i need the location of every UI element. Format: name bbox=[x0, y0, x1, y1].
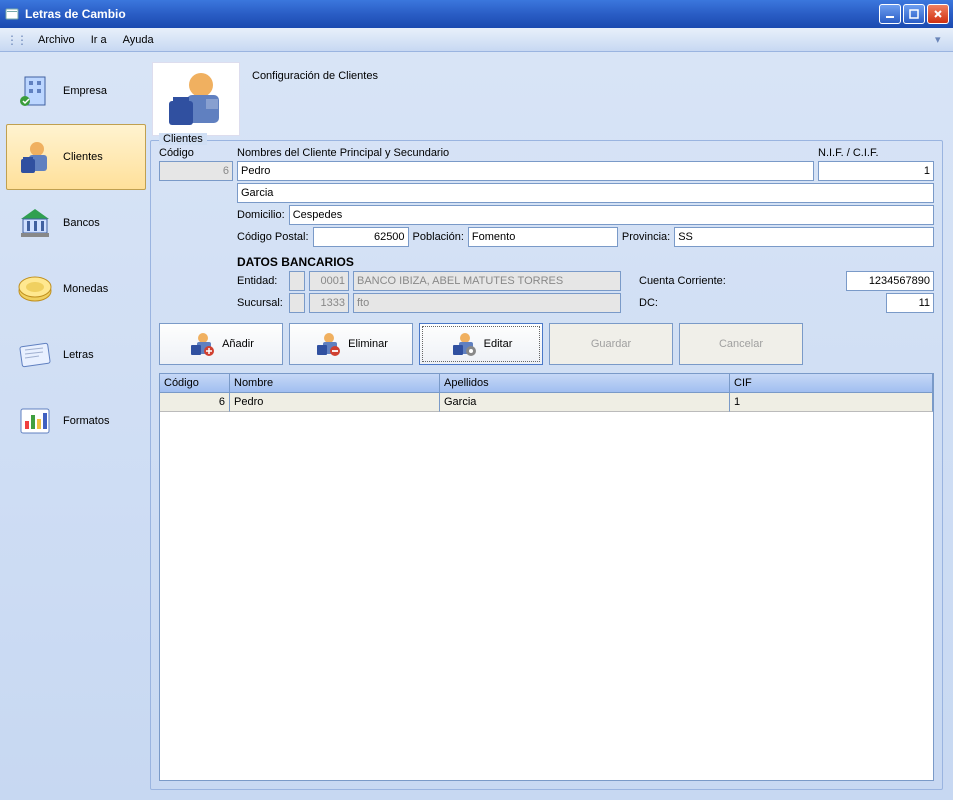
label-nif: N.I.F. / C.I.F. bbox=[818, 147, 934, 159]
poblacion-input[interactable] bbox=[468, 227, 618, 247]
col-apellidos[interactable]: Apellidos bbox=[440, 374, 730, 393]
guardar-button: Guardar bbox=[549, 323, 673, 365]
sidebar: Empresa Clientes Bancos Monedas Letras bbox=[6, 58, 146, 794]
table-body: 6 Pedro Garcia 1 bbox=[160, 393, 933, 780]
titlebar: Letras de Cambio bbox=[0, 0, 953, 28]
sucursal-code-field: 1333 bbox=[309, 293, 349, 313]
label-entidad: Entidad: bbox=[237, 275, 285, 287]
anadir-button[interactable]: Añadir bbox=[159, 323, 283, 365]
nif-input[interactable] bbox=[818, 161, 934, 181]
person-add-icon bbox=[188, 330, 216, 358]
person-briefcase-icon bbox=[13, 135, 57, 179]
provincia-input[interactable] bbox=[674, 227, 934, 247]
clientes-table: Código Nombre Apellidos CIF 6 Pedro Garc… bbox=[159, 373, 934, 781]
label-poblacion: Población: bbox=[413, 231, 464, 243]
clientes-fieldset: Clientes Código Nombres del Cliente Prin… bbox=[150, 140, 943, 790]
fieldset-legend: Clientes bbox=[159, 133, 207, 145]
label-nombres: Nombres del Cliente Principal y Secundar… bbox=[237, 147, 814, 159]
close-button[interactable] bbox=[927, 4, 949, 24]
sidebar-item-formatos[interactable]: Formatos bbox=[6, 388, 146, 454]
sidebar-item-monedas[interactable]: Monedas bbox=[6, 256, 146, 322]
menu-ayuda[interactable]: Ayuda bbox=[115, 32, 162, 48]
sidebar-item-bancos[interactable]: Bancos bbox=[6, 190, 146, 256]
cell-codigo: 6 bbox=[160, 393, 230, 412]
button-label: Guardar bbox=[591, 338, 631, 350]
coin-icon bbox=[13, 267, 57, 311]
toolbar-overflow[interactable]: ▾ bbox=[935, 33, 947, 46]
button-label: Añadir bbox=[222, 338, 254, 350]
editar-button[interactable]: Editar bbox=[419, 323, 543, 365]
sucursal-name-field: fto bbox=[353, 293, 621, 313]
table-row[interactable]: 6 Pedro Garcia 1 bbox=[160, 393, 933, 412]
nombre-secundario-input[interactable] bbox=[237, 183, 934, 203]
sidebar-item-label: Monedas bbox=[63, 283, 108, 295]
person-edit-icon bbox=[450, 330, 478, 358]
entidad-code-field: 0001 bbox=[309, 271, 349, 291]
table-header: Código Nombre Apellidos CIF bbox=[160, 374, 933, 393]
label-dc: DC: bbox=[639, 297, 735, 309]
cell-nombre: Pedro bbox=[230, 393, 440, 412]
nombre-principal-input[interactable] bbox=[237, 161, 814, 181]
bank-icon bbox=[13, 201, 57, 245]
dc-input[interactable] bbox=[886, 293, 934, 313]
menu-archivo[interactable]: Archivo bbox=[30, 32, 83, 48]
sucursal-lookup bbox=[289, 293, 305, 313]
label-provincia: Provincia: bbox=[622, 231, 670, 243]
cp-input[interactable] bbox=[313, 227, 409, 247]
content-header: Configuración de Clientes bbox=[146, 58, 947, 140]
chart-icon bbox=[13, 399, 57, 443]
section-datos-bancarios: DATOS BANCARIOS bbox=[237, 255, 354, 269]
sidebar-item-label: Letras bbox=[63, 349, 94, 361]
sidebar-item-label: Bancos bbox=[63, 217, 100, 229]
person-briefcase-icon bbox=[152, 62, 240, 136]
minimize-button[interactable] bbox=[879, 4, 901, 24]
button-label: Eliminar bbox=[348, 338, 388, 350]
menu-ir-a[interactable]: Ir a bbox=[83, 32, 115, 48]
cuenta-input[interactable] bbox=[846, 271, 934, 291]
menubar: ⋮⋮ Archivo Ir a Ayuda ▾ bbox=[0, 28, 953, 52]
app-icon bbox=[4, 6, 20, 22]
button-label: Cancelar bbox=[719, 338, 763, 350]
window-title: Letras de Cambio bbox=[25, 7, 877, 21]
label-codigo: Código bbox=[159, 147, 233, 159]
cell-cif: 1 bbox=[730, 393, 933, 412]
content-panel: Configuración de Clientes Clientes Códig… bbox=[146, 58, 947, 794]
sidebar-item-letras[interactable]: Letras bbox=[6, 322, 146, 388]
col-cif[interactable]: CIF bbox=[730, 374, 933, 393]
document-icon bbox=[13, 333, 57, 377]
maximize-button[interactable] bbox=[903, 4, 925, 24]
cancelar-button: Cancelar bbox=[679, 323, 803, 365]
sidebar-item-empresa[interactable]: Empresa bbox=[6, 58, 146, 124]
button-label: Editar bbox=[484, 338, 513, 350]
entidad-name-field: BANCO IBIZA, ABEL MATUTES TORRES bbox=[353, 271, 621, 291]
label-domicilio: Domicilio: bbox=[237, 209, 285, 221]
main-area: Empresa Clientes Bancos Monedas Letras bbox=[0, 52, 953, 800]
label-sucursal: Sucursal: bbox=[237, 297, 285, 309]
cell-apellidos: Garcia bbox=[440, 393, 730, 412]
sidebar-item-label: Empresa bbox=[63, 85, 107, 97]
action-bar: Añadir Eliminar Editar Guardar bbox=[159, 323, 934, 365]
col-codigo[interactable]: Código bbox=[160, 374, 230, 393]
building-icon bbox=[13, 69, 57, 113]
entidad-lookup bbox=[289, 271, 305, 291]
label-cuenta: Cuenta Corriente: bbox=[639, 275, 735, 287]
content-title: Configuración de Clientes bbox=[252, 62, 378, 82]
sidebar-item-clientes[interactable]: Clientes bbox=[6, 124, 146, 190]
sidebar-item-label: Formatos bbox=[63, 415, 109, 427]
sidebar-item-label: Clientes bbox=[63, 151, 103, 163]
col-nombre[interactable]: Nombre bbox=[230, 374, 440, 393]
domicilio-input[interactable] bbox=[289, 205, 934, 225]
toolbar-gripper: ⋮⋮ bbox=[6, 33, 26, 47]
person-remove-icon bbox=[314, 330, 342, 358]
label-cp: Código Postal: bbox=[237, 231, 309, 243]
codigo-field: 6 bbox=[159, 161, 233, 181]
eliminar-button[interactable]: Eliminar bbox=[289, 323, 413, 365]
